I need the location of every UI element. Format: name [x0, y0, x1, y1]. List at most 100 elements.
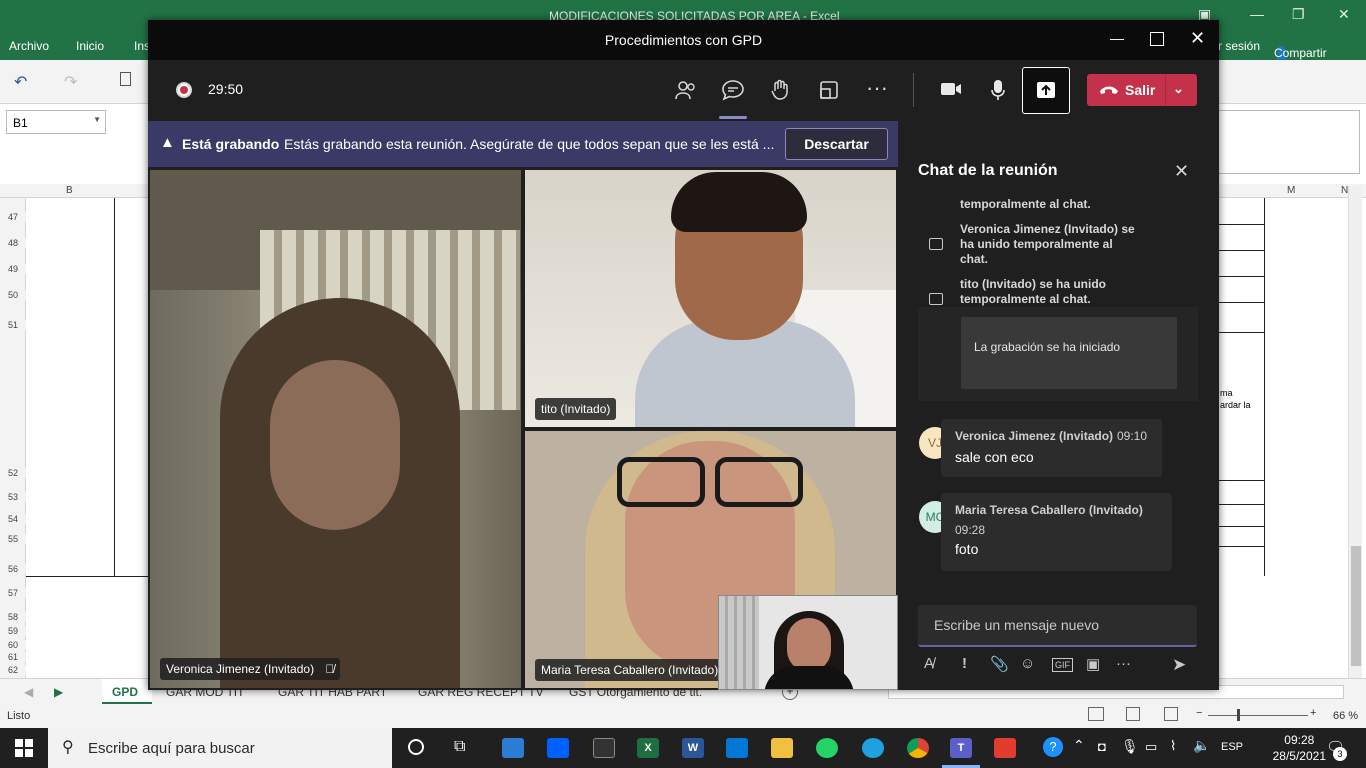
more-options-icon[interactable]: ··· [1116, 655, 1131, 672]
row-header[interactable]: 56 [0, 564, 26, 574]
chrome-icon[interactable] [907, 738, 929, 758]
send-icon[interactable]: ➤ [1172, 655, 1186, 675]
dropbox-icon[interactable] [547, 738, 569, 758]
battery-icon[interactable]: ▭ [1145, 739, 1157, 755]
microphone-icon[interactable] [991, 79, 1005, 105]
attach-icon[interactable]: 📎 [990, 655, 1009, 673]
vertical-scrollbar[interactable] [1348, 186, 1362, 678]
message-input[interactable]: Escribe un mensaje nuevo [918, 605, 1197, 647]
camera-tray-icon[interactable]: ◘ [1098, 739, 1106, 754]
sign-in-link[interactable]: r sesión [1218, 39, 1260, 53]
chat-icon[interactable] [721, 79, 745, 105]
column-b-header[interactable]: B [66, 185, 73, 196]
video-tile-veronica[interactable]: Veronica Jimenez (Invitado) 🎙̸ [150, 170, 521, 688]
new-document-icon[interactable] [120, 72, 131, 86]
tab-scroll-right-icon[interactable]: ▶ [54, 685, 63, 699]
teams-icon[interactable]: T [950, 738, 972, 758]
close-icon[interactable]: ✕ [1190, 28, 1205, 49]
gif-icon[interactable]: GIF [1052, 658, 1073, 672]
dismiss-button[interactable]: Descartar [785, 128, 888, 160]
anydesk-icon[interactable] [994, 738, 1016, 758]
row-header[interactable]: 54 [0, 514, 26, 524]
excel-restore-icon[interactable]: ❐ [1292, 6, 1305, 23]
mail-icon[interactable] [502, 738, 524, 758]
minimize-icon[interactable]: — [1110, 30, 1124, 46]
language-indicator[interactable]: ESP [1221, 741, 1243, 753]
chevron-down-icon[interactable]: ⌄ [1173, 81, 1184, 97]
file-explorer-icon[interactable] [771, 738, 793, 758]
chevron-up-icon[interactable]: ⌃ [1073, 737, 1085, 754]
self-view-tile[interactable] [718, 595, 898, 690]
ribbon-tab-archivo[interactable]: Archivo [9, 39, 49, 53]
zoom-level[interactable]: 66 % [1333, 710, 1358, 722]
page-break-icon[interactable] [1164, 707, 1178, 721]
format-icon[interactable]: A̸ [924, 655, 934, 672]
network-icon[interactable]: ⌇ [1170, 738, 1176, 754]
chat-message[interactable]: Veronica Jimenez (Invitado) 09:10 sale c… [941, 419, 1162, 477]
row-header[interactable]: 50 [0, 290, 26, 300]
recording-notice-card[interactable]: La grabación se ha iniciado [961, 317, 1177, 389]
column-m-header[interactable]: M [1287, 185, 1295, 196]
page-layout-icon[interactable] [1126, 707, 1140, 721]
redo-icon[interactable]: ↷ [64, 72, 77, 92]
formula-bar[interactable] [1218, 110, 1360, 174]
cell-text[interactable]: ma [1220, 388, 1233, 398]
row-header[interactable]: 62 [0, 665, 26, 675]
row-header[interactable]: 53 [0, 492, 26, 502]
store-icon[interactable] [726, 738, 748, 758]
maximize-icon[interactable] [1150, 32, 1164, 46]
taskbar-search[interactable]: ⚲ Escribe aquí para buscar [48, 728, 392, 768]
camera-icon[interactable] [940, 81, 962, 101]
edge-icon[interactable] [862, 738, 884, 758]
undo-icon[interactable]: ↶ [14, 72, 27, 92]
participants-icon[interactable] [675, 80, 697, 104]
row-header[interactable]: 57 [0, 588, 26, 598]
cortana-icon[interactable] [408, 739, 424, 755]
zoom-slider[interactable] [1208, 709, 1308, 721]
share-content-button[interactable] [1022, 67, 1070, 114]
rooms-icon[interactable] [820, 81, 838, 103]
whatsapp-icon[interactable] [816, 738, 838, 758]
volume-icon[interactable]: 🔈 [1193, 737, 1210, 754]
clock[interactable]: 09:28 28/5/2021 [1273, 732, 1326, 764]
row-header[interactable]: 47 [0, 212, 26, 222]
cell-text[interactable]: ardar la [1220, 400, 1251, 410]
participant-name: Maria Teresa Caballero (Invitado) [541, 663, 719, 677]
row-header[interactable]: 59 [0, 626, 26, 636]
help-icon[interactable]: ? [1043, 737, 1063, 757]
video-tile-tito[interactable]: tito (Invitado) [525, 170, 896, 427]
zoom-out-icon[interactable]: − [1196, 707, 1202, 719]
word-icon[interactable]: W [682, 738, 704, 758]
row-header[interactable]: 52 [0, 468, 26, 478]
excel-close-icon[interactable]: ✕ [1338, 6, 1350, 23]
zoom-in-icon[interactable]: + [1310, 707, 1316, 719]
row-header[interactable]: 51 [0, 320, 26, 330]
row-header[interactable]: 48 [0, 238, 26, 248]
app-icon[interactable] [593, 738, 615, 758]
ribbon-tab-inicio[interactable]: Inicio [76, 39, 104, 53]
mic-tray-icon[interactable]: 🎙 [1121, 738, 1139, 755]
sheet-tab-gpd[interactable]: GPD [102, 679, 152, 705]
sticker-icon[interactable]: ▣ [1086, 655, 1100, 673]
more-options-icon[interactable]: ··· [866, 77, 888, 99]
tab-scroll-left-icon[interactable]: ◀ [24, 685, 33, 699]
row-header[interactable]: 55 [0, 534, 26, 544]
important-icon[interactable]: ! [962, 655, 967, 672]
excel-minimize-icon[interactable]: — [1250, 6, 1264, 22]
row-header[interactable]: 49 [0, 264, 26, 274]
name-box[interactable]: B1 ▼ [6, 110, 106, 134]
system-message: tito (Invitado) se ha unido temporalment… [960, 277, 1106, 306]
share-screen-icon [1037, 82, 1055, 98]
row-header[interactable]: 58 [0, 612, 26, 622]
close-chat-icon[interactable]: ✕ [1174, 161, 1189, 182]
emoji-icon[interactable]: ☺ [1020, 655, 1035, 672]
row-header[interactable]: 60 [0, 640, 26, 650]
chat-message[interactable]: Maria Teresa Caballero (Invitado) 09:28 … [941, 493, 1172, 571]
excel-icon[interactable]: X [637, 738, 659, 758]
normal-view-icon[interactable] [1088, 707, 1104, 721]
leave-button[interactable]: Salir ⌄ [1087, 74, 1197, 106]
windows-start-icon[interactable] [15, 739, 33, 762]
row-header[interactable]: 61 [0, 652, 26, 662]
raise-hand-icon[interactable] [770, 79, 792, 105]
task-view-icon[interactable]: ⧉ [454, 738, 465, 756]
